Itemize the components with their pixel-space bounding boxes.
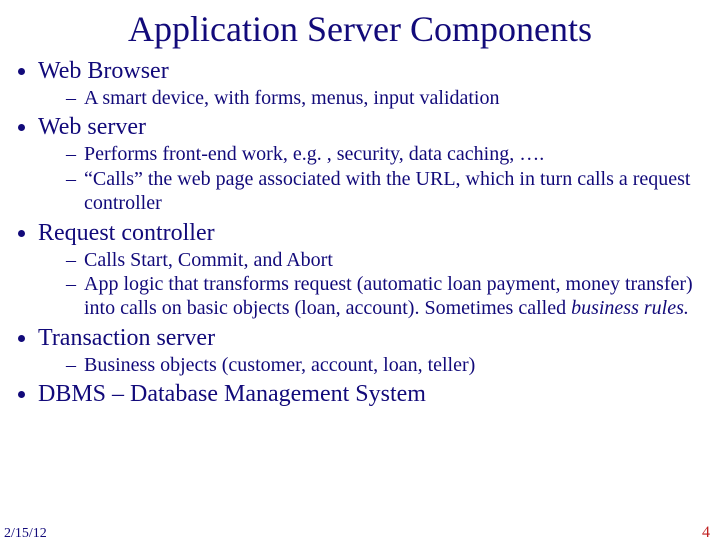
sub-item: Calls Start, Commit, and Abort: [66, 248, 720, 272]
sub-item: App logic that transforms request (autom…: [66, 272, 720, 321]
bullet-item: Web Browser A smart device, with forms, …: [38, 56, 720, 110]
bullet-label: Web Browser: [38, 58, 169, 84]
bullet-label: DBMS – Database Management System: [38, 381, 426, 407]
footer-page-number: 4: [702, 524, 710, 540]
sub-list: Business objects (customer, account, loa…: [66, 353, 720, 377]
sub-list: Calls Start, Commit, and Abort App logic…: [66, 248, 720, 321]
sub-list: Performs front-end work, e.g. , security…: [66, 142, 720, 215]
slide: Application Server Components Web Browse…: [0, 8, 720, 540]
bullet-item: Request controller Calls Start, Commit, …: [38, 218, 720, 321]
bullet-item: Web server Performs front-end work, e.g.…: [38, 112, 720, 215]
bullet-list: Web Browser A smart device, with forms, …: [38, 56, 720, 409]
bullet-item: Transaction server Business objects (cus…: [38, 323, 720, 377]
sub-item: Business objects (customer, account, loa…: [66, 353, 720, 377]
bullet-label: Request controller: [38, 220, 215, 246]
footer-date: 2/15/12: [4, 526, 47, 540]
sub-list: A smart device, with forms, menus, input…: [66, 86, 720, 110]
sub-item: Performs front-end work, e.g. , security…: [66, 142, 720, 166]
sub-item: “Calls” the web page associated with the…: [66, 167, 720, 216]
bullet-label: Web server: [38, 114, 146, 140]
sub-item: A smart device, with forms, menus, input…: [66, 86, 720, 110]
bullet-item: DBMS – Database Management System: [38, 379, 720, 409]
bullet-label: Transaction server: [38, 325, 215, 351]
slide-title: Application Server Components: [0, 8, 720, 50]
